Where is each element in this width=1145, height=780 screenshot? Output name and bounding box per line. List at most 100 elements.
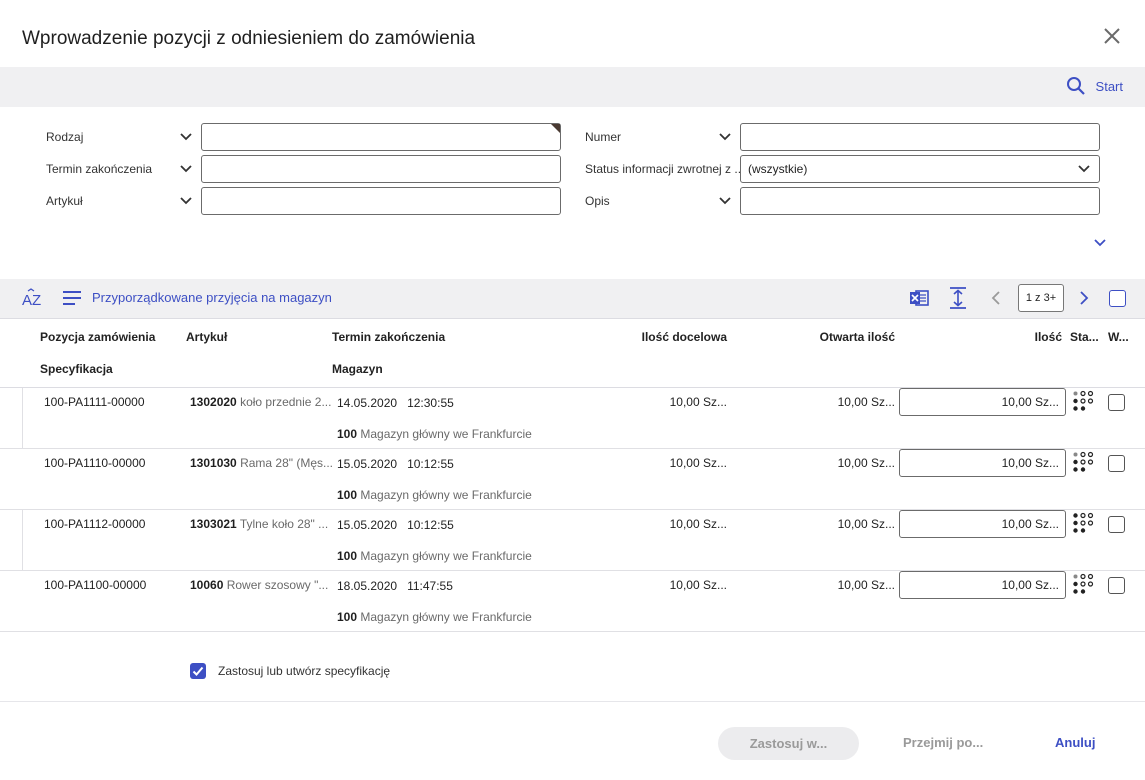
svg-text:Z: Z [32, 292, 41, 309]
chevron-down-icon [1094, 239, 1106, 247]
row-marker [0, 510, 23, 570]
page-indicator[interactable]: 1 z 3+ [1018, 284, 1064, 312]
row-checkbox[interactable] [1108, 516, 1125, 533]
filter-operator-opis[interactable] [717, 193, 733, 209]
row-checkbox[interactable] [1108, 455, 1125, 472]
filter-input-artykul[interactable] [201, 187, 561, 215]
cell-magazyn: 100 Magazyn główny we Frankfurcie [337, 610, 532, 624]
cell-time: 12:30:55 [407, 396, 454, 410]
quantity-input[interactable]: 10,00 Sz... [899, 571, 1066, 599]
cell-artykul: 1301030 Rama 28" (Męs... [190, 456, 333, 470]
status-dots-icon [1073, 451, 1094, 472]
sort-button[interactable]: A Z [22, 288, 44, 313]
cell-date: 15.05.2020 [337, 518, 398, 532]
filter-label-termin: Termin zakończenia [46, 162, 153, 176]
close-icon [1104, 28, 1120, 44]
apply-button[interactable]: Zastosuj w... [718, 727, 859, 760]
cell-artykul-name: koło przednie 2... [240, 395, 332, 409]
table-row[interactable]: 100-PA1111-00000 1302020 koło przednie 2… [0, 388, 1145, 449]
start-label: Start [1095, 78, 1123, 94]
svg-text:A: A [22, 292, 32, 309]
row-checkbox[interactable] [1108, 394, 1125, 411]
cancel-button[interactable]: Anuluj [1055, 735, 1095, 750]
apply-spec-checkbox[interactable] [190, 663, 206, 679]
chevron-left-icon [991, 291, 1000, 305]
quantity-input[interactable]: 10,00 Sz... [899, 510, 1066, 538]
cell-pozycja: 100-PA1110-00000 [44, 456, 146, 470]
filter-select-status[interactable]: (wszystkie) [740, 155, 1100, 183]
expand-filters-button[interactable] [1092, 235, 1108, 251]
row-height-icon [950, 287, 966, 309]
filter-input-termin[interactable] [201, 155, 561, 183]
col-header-w[interactable]: W... [1108, 330, 1129, 344]
col-header-artykul[interactable]: Artykuł [186, 330, 227, 344]
col-header-status[interactable]: Sta... [1070, 330, 1099, 344]
chevron-down-icon [1078, 165, 1090, 173]
search-bar: Start [0, 67, 1145, 107]
chevron-down-icon [719, 133, 731, 141]
cell-date: 18.05.2020 [337, 579, 398, 593]
cell-artykul-code: 1302020 [190, 395, 237, 409]
col-header-ilosc-docelowa[interactable]: Ilość docelowa [642, 330, 727, 344]
table-row[interactable]: 100-PA1112-00000 1303021 Tylne koło 28" … [0, 510, 1145, 571]
quantity-input[interactable]: 10,00 Sz... [899, 388, 1066, 416]
excel-icon [910, 290, 929, 306]
filter-input-rodzaj[interactable] [201, 123, 561, 151]
cell-pozycja: 100-PA1112-00000 [44, 517, 146, 531]
take-over-button[interactable]: Przejmij po... [903, 735, 983, 750]
cell-artykul: 1302020 koło przednie 2... [190, 395, 331, 409]
col-header-termin[interactable]: Termin zakończenia [332, 330, 445, 344]
cell-artykul-code: 1303021 [190, 517, 237, 531]
filter-input-opis[interactable] [740, 187, 1100, 215]
cell-ilosc-docelowa: 10,00 Sz... [669, 578, 727, 592]
filter-label-artykul: Artykuł [46, 194, 83, 208]
cell-time: 10:12:55 [407, 518, 454, 532]
table-toolbar: A Z Przyporządkowane przyjęcia na magazy… [0, 279, 1145, 319]
close-button[interactable] [1100, 24, 1124, 48]
cell-otwarta-ilosc: 10,00 Sz... [837, 578, 895, 592]
filter-operator-numer[interactable] [717, 129, 733, 145]
cell-artykul-code: 10060 [190, 578, 224, 592]
cell-artykul-name: Tylne koło 28" ... [239, 517, 329, 531]
col-header-ilosc[interactable]: Ilość [1035, 330, 1062, 344]
filter-label-numer: Numer [585, 130, 622, 144]
cell-artykul-name: Rama 28" (Męs... [240, 456, 334, 470]
cell-ilosc-docelowa: 10,00 Sz... [669, 456, 727, 470]
filter-label-status: Status informacji zwrotnej z ... [585, 162, 745, 176]
cell-termin: 15.05.2020 10:12:55 [337, 457, 454, 471]
menu-icon [63, 291, 81, 305]
menu-button[interactable] [62, 290, 82, 309]
filter-operator-artykul[interactable] [178, 193, 194, 209]
table-row[interactable]: 100-PA1110-00000 1301030 Rama 28" (Męs..… [0, 449, 1145, 510]
cell-magazyn-code: 100 [337, 488, 358, 502]
status-dots-icon [1073, 512, 1094, 533]
excel-export-button[interactable] [909, 288, 929, 311]
filter-operator-rodzaj[interactable] [178, 129, 194, 145]
start-button[interactable]: Start [1066, 76, 1123, 96]
status-dots-icon [1073, 390, 1094, 411]
col-header-pozycja[interactable]: Pozycja zamówienia [40, 330, 155, 344]
select-all-checkbox[interactable] [1109, 290, 1126, 307]
filter-operator-termin[interactable] [178, 161, 194, 177]
cell-termin: 18.05.2020 11:47:55 [337, 579, 453, 593]
col-header-specyfikacja[interactable]: Specyfikacja [40, 362, 113, 376]
cell-ilosc-docelowa: 10,00 Sz... [669, 517, 727, 531]
row-marker [0, 388, 23, 448]
sort-az-icon: A Z [22, 288, 41, 309]
cell-magazyn-name: Magazyn główny we Frankfurcie [360, 549, 532, 563]
prev-page-button[interactable] [989, 290, 1005, 309]
chevron-down-icon [180, 197, 192, 205]
col-header-otwarta-ilosc[interactable]: Otwarta ilość [820, 330, 895, 344]
row-checkbox[interactable] [1108, 577, 1125, 594]
footer-divider [0, 701, 1145, 702]
table-row[interactable]: 100-PA1100-00000 10060 Rower szosowy "..… [0, 571, 1145, 632]
col-header-magazyn[interactable]: Magazyn [332, 362, 383, 376]
filter-input-numer[interactable] [740, 123, 1100, 151]
cell-magazyn-code: 100 [337, 427, 358, 441]
next-page-button[interactable] [1076, 290, 1092, 309]
row-height-button[interactable] [949, 287, 967, 312]
chevron-right-icon [1080, 291, 1089, 305]
quantity-input[interactable]: 10,00 Sz... [899, 449, 1066, 477]
chevron-down-icon [180, 133, 192, 141]
dialog-title: Wprowadzenie pozycji z odniesieniem do z… [22, 28, 476, 49]
